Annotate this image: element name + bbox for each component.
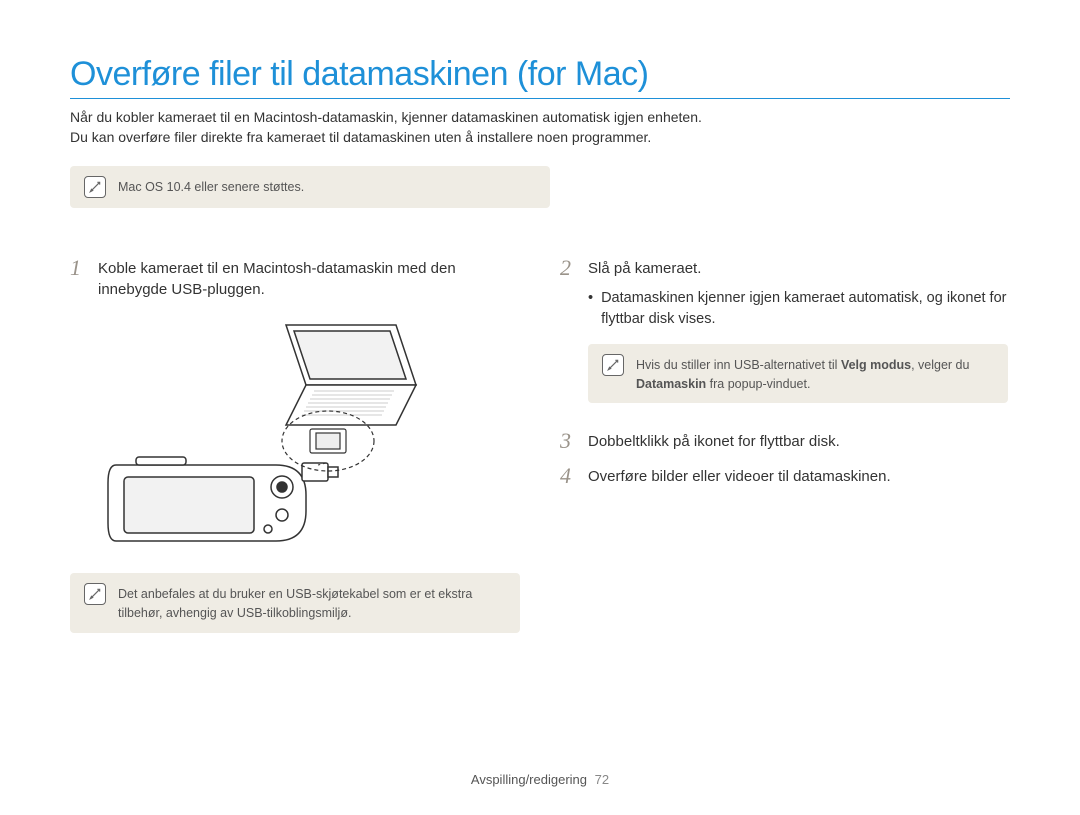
note-right: Hvis du stiller inn USB-alternativet til… xyxy=(588,344,1008,404)
step-2-num: 2 xyxy=(560,256,578,280)
step-2-sub-text: Datamaskinen kjenner igjen kameraet auto… xyxy=(601,288,1010,330)
note-icon xyxy=(84,176,106,198)
step-4-num: 4 xyxy=(560,464,578,488)
note-right-mid: , velger du xyxy=(911,358,969,372)
step-2-text: Slå på kameraet. xyxy=(588,256,1010,280)
step-1: 1 Koble kameraet til en Macintosh-datama… xyxy=(70,256,520,302)
step-4: 4 Overføre bilder eller videoer til data… xyxy=(560,464,1010,488)
step-2-sub: • Datamaskinen kjenner igjen kameraet au… xyxy=(588,288,1010,330)
bullet-dot: • xyxy=(588,288,593,330)
note-icon xyxy=(84,583,106,605)
note-icon xyxy=(602,354,624,376)
note-right-bold1: Velg modus xyxy=(841,358,911,372)
right-column: 2 Slå på kameraet. • Datamaskinen kjenne… xyxy=(560,256,1010,633)
note-right-post: fra popup-vinduet. xyxy=(706,377,810,391)
page-title: Overføre filer til datamaskinen (for Mac… xyxy=(70,55,1010,99)
step-1-num: 1 xyxy=(70,256,88,302)
step-2: 2 Slå på kameraet. xyxy=(560,256,1010,280)
step-3: 3 Dobbeltklikk på ikonet for flyttbar di… xyxy=(560,429,1010,453)
note-top: Mac OS 10.4 eller senere støttes. xyxy=(70,166,550,208)
step-4-text: Overføre bilder eller videoer til datama… xyxy=(588,464,1010,488)
footer-page-number: 72 xyxy=(595,772,609,787)
intro-paragraph: Når du kobler kameraet til en Macintosh-… xyxy=(70,107,1010,148)
step-1-text: Koble kameraet til en Macintosh-datamask… xyxy=(98,256,520,302)
intro-line-2: Du kan overføre filer direkte fra kamera… xyxy=(70,127,1010,147)
page-footer: Avspilling/redigering 72 xyxy=(0,772,1080,787)
note-top-text: Mac OS 10.4 eller senere støttes. xyxy=(118,176,536,197)
note-right-pre: Hvis du stiller inn USB-alternativet til xyxy=(636,358,841,372)
note-left-text: Det anbefales at du bruker en USB-skjøte… xyxy=(118,583,506,623)
intro-line-1: Når du kobler kameraet til en Macintosh-… xyxy=(70,107,1010,127)
note-right-text: Hvis du stiller inn USB-alternativet til… xyxy=(636,354,994,394)
connection-illustration xyxy=(96,315,436,555)
note-left: Det anbefales at du bruker en USB-skjøte… xyxy=(70,573,520,633)
step-3-text: Dobbeltklikk på ikonet for flyttbar disk… xyxy=(588,429,1010,453)
step-3-num: 3 xyxy=(560,429,578,453)
footer-label: Avspilling/redigering xyxy=(471,772,587,787)
left-column: 1 Koble kameraet til en Macintosh-datama… xyxy=(70,256,520,633)
note-right-bold2: Datamaskin xyxy=(636,377,706,391)
